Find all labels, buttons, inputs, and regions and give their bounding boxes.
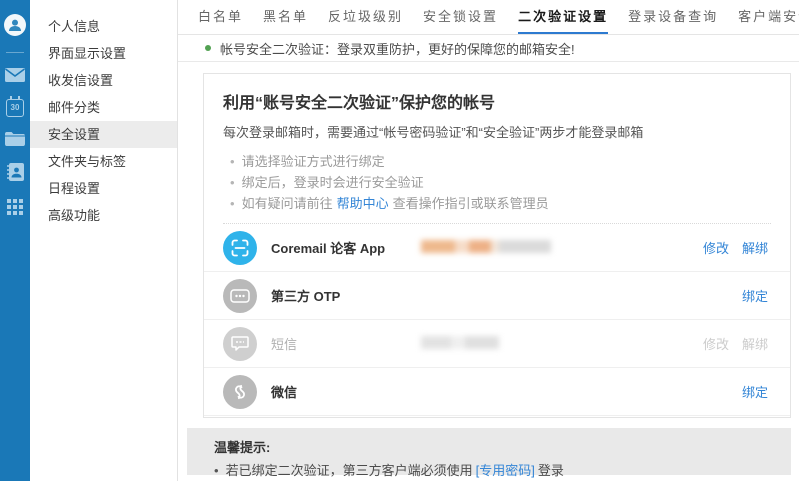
- tab-blacklist[interactable]: 黑名单: [263, 0, 308, 34]
- notice-text: 帐号安全二次验证：登录双重防护，更好的保障您的邮箱安全!: [220, 39, 575, 58]
- tip-box: 温馨提示: • 若已绑定二次验证，第三方客户端必须使用[专用密码]登录: [187, 428, 791, 475]
- bind-link[interactable]: 绑定: [742, 382, 768, 401]
- mail-icon[interactable]: [5, 68, 25, 82]
- menu-item-advanced[interactable]: 高级功能: [30, 202, 177, 229]
- panel-title: 利用“账号安全二次验证”保护您的帐号: [223, 89, 771, 113]
- instruction-text: 如有疑问请前往: [242, 196, 333, 211]
- tab-client-security[interactable]: 客户端安全登录: [738, 0, 799, 34]
- rail-divider: [6, 52, 24, 53]
- tab-antispam-level[interactable]: 反垃圾级别: [328, 0, 403, 34]
- method-row-otp: 第三方 OTP 绑定: [204, 272, 790, 320]
- settings-menu: 个人信息 界面显示设置 收发信设置 邮件分类 安全设置 文件夹与标签 日程设置 …: [30, 0, 178, 481]
- instruction-item: 请选择验证方式进行绑定: [230, 151, 771, 172]
- sms-bubble-icon: [223, 327, 257, 361]
- panel-subtitle: 每次登录邮箱时，需要通过“帐号密码验证”和“安全验证”两步才能登录邮箱: [223, 122, 771, 141]
- menu-item-send-receive[interactable]: 收发信设置: [30, 67, 177, 94]
- method-row-coremail-app: Coremail 论客 App 修改 解绑: [204, 224, 790, 272]
- tip-text: 登录: [538, 463, 564, 478]
- menu-item-schedule[interactable]: 日程设置: [30, 175, 177, 202]
- method-name: 第三方 OTP: [271, 286, 421, 305]
- security-notice-bar: 帐号安全二次验证：登录双重防护，更好的保障您的邮箱安全!: [178, 35, 799, 62]
- unbind-link[interactable]: 解绑: [742, 238, 768, 257]
- instruction-item: 如有疑问请前往帮助中心查看操作指引或联系管理员: [230, 193, 771, 214]
- calendar-icon[interactable]: 30: [6, 99, 24, 117]
- green-dot-icon: [205, 45, 211, 51]
- row-actions: 绑定: [742, 382, 768, 401]
- tip-title: 温馨提示:: [187, 428, 791, 456]
- help-center-link[interactable]: 帮助中心: [337, 196, 389, 211]
- method-row-wechat: 微信 绑定: [204, 368, 790, 416]
- tab-two-factor[interactable]: 二次验证设置: [518, 0, 608, 34]
- method-name: Coremail 论客 App: [271, 238, 421, 257]
- wechat-icon: [223, 375, 257, 409]
- unbind-link-disabled: 解绑: [742, 334, 768, 353]
- two-factor-panel: 利用“账号安全二次验证”保护您的帐号 每次登录邮箱时，需要通过“帐号密码验证”和…: [203, 73, 791, 418]
- contacts-icon[interactable]: [6, 163, 24, 181]
- folder-icon[interactable]: [5, 132, 25, 146]
- blurred-phone-value: [421, 336, 499, 349]
- nav-rail: 30: [0, 0, 30, 481]
- user-avatar-icon[interactable]: [4, 14, 26, 36]
- person-glyph: [7, 17, 23, 33]
- row-actions: 修改 解绑: [703, 334, 768, 353]
- tab-whitelist[interactable]: 白名单: [198, 0, 243, 34]
- row-actions: 修改 解绑: [703, 238, 768, 257]
- security-tabbar: 白名单 黑名单 反垃圾级别 安全锁设置 二次验证设置 登录设备查询 客户端安全登…: [178, 0, 799, 35]
- menu-item-mail-category[interactable]: 邮件分类: [30, 94, 177, 121]
- bullet-dot: •: [214, 463, 219, 478]
- tip-line: • 若已绑定二次验证，第三方客户端必须使用[专用密码]登录: [187, 456, 791, 479]
- row-actions: 绑定: [742, 286, 768, 305]
- tab-security-lock[interactable]: 安全锁设置: [423, 0, 498, 34]
- menu-item-folders-tags[interactable]: 文件夹与标签: [30, 148, 177, 175]
- method-name: 微信: [271, 382, 421, 401]
- menu-item-security[interactable]: 安全设置: [30, 121, 177, 148]
- dedicated-password-link[interactable]: [专用密码]: [476, 463, 535, 478]
- instruction-text: 查看操作指引或联系管理员: [393, 196, 549, 211]
- method-row-sms: 短信 修改 解绑: [204, 320, 790, 368]
- qr-scan-icon: [223, 231, 257, 265]
- bind-link[interactable]: 绑定: [742, 286, 768, 305]
- blurred-account-value: [421, 240, 551, 253]
- instruction-item: 绑定后，登录时会进行安全验证: [230, 172, 771, 193]
- tip-text: 若已绑定二次验证，第三方客户端必须使用: [226, 463, 473, 478]
- menu-item-personal-info[interactable]: 个人信息: [30, 13, 177, 40]
- menu-item-display[interactable]: 界面显示设置: [30, 40, 177, 67]
- method-name: 短信: [271, 334, 421, 353]
- tab-login-devices[interactable]: 登录设备查询: [628, 0, 718, 34]
- instruction-list: 请选择验证方式进行绑定 绑定后，登录时会进行安全验证 如有疑问请前往帮助中心查看…: [230, 151, 771, 214]
- settings-screen: 30 个人信息 界面显示设置 收发信设置 邮件分类 安全设置 文件夹与标签 日程…: [0, 0, 799, 481]
- otp-device-icon: [223, 279, 257, 313]
- content-area: 白名单 黑名单 反垃圾级别 安全锁设置 二次验证设置 登录设备查询 客户端安全登…: [178, 0, 799, 481]
- modify-link[interactable]: 修改: [703, 238, 729, 257]
- modify-link-disabled: 修改: [703, 334, 729, 353]
- apps-grid-icon[interactable]: [7, 199, 23, 215]
